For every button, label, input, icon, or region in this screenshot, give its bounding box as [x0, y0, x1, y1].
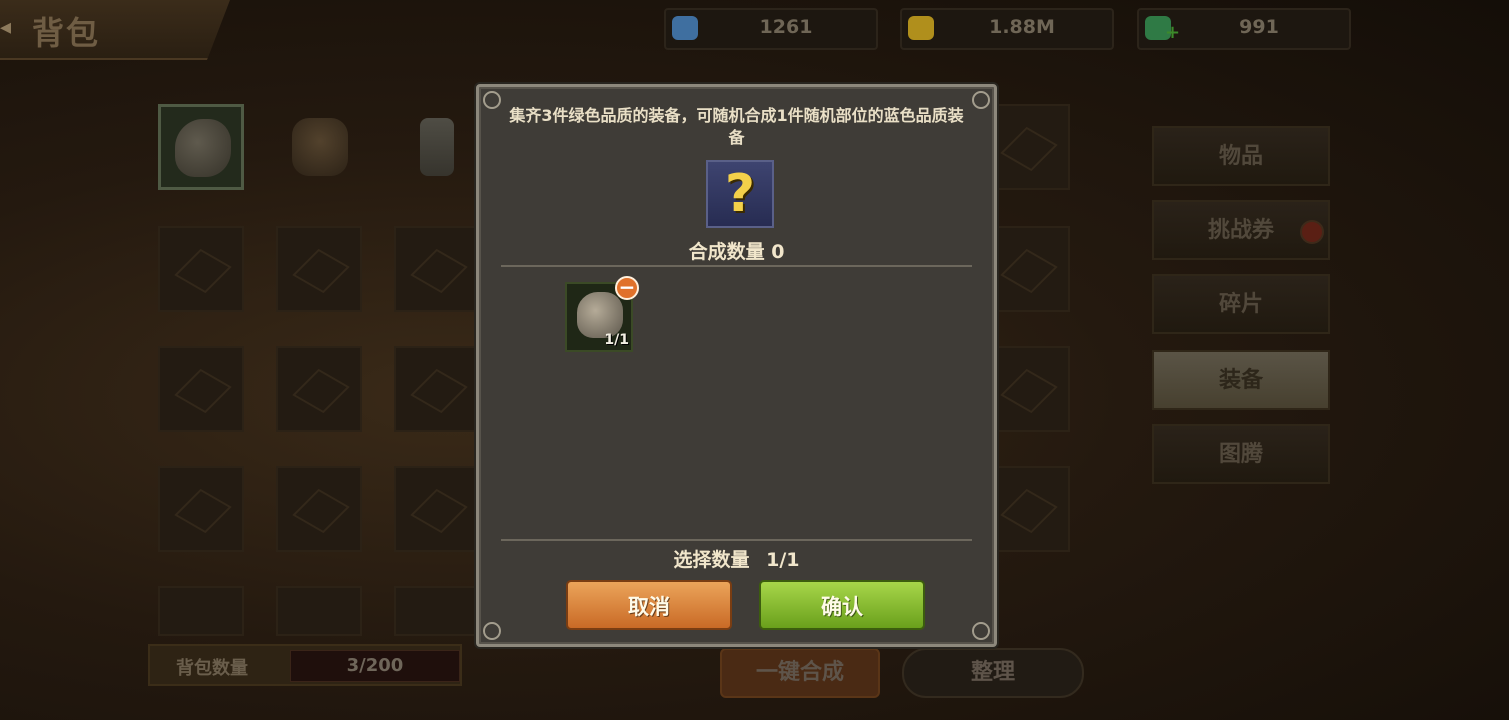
divider	[501, 265, 972, 267]
corner-ornament-icon	[972, 622, 990, 640]
result-slot: ?	[706, 160, 774, 228]
corner-ornament-icon	[972, 91, 990, 109]
select-quantity-label: 选择数量	[673, 549, 750, 571]
combine-dialog: 集齐3件绿色品质的装备，可随机合成1件随机部位的蓝色品质装备 ? 合成数量 0 …	[476, 84, 997, 647]
select-quantity-value: 1/1	[766, 549, 800, 571]
confirm-button[interactable]: 确认	[759, 580, 925, 630]
remove-item-icon[interactable]: −	[615, 276, 639, 300]
corner-ornament-icon	[483, 91, 501, 109]
combine-description: 集齐3件绿色品质的装备，可随机合成1件随机部位的蓝色品质装备	[509, 106, 964, 147]
combine-quantity: 合成数量 0	[688, 241, 785, 263]
divider	[501, 539, 972, 541]
cancel-button[interactable]: 取消	[566, 580, 732, 630]
corner-ornament-icon	[483, 622, 501, 640]
select-quantity: 选择数量 1/1	[479, 545, 994, 572]
selected-item-count: 1/1	[604, 332, 629, 348]
question-mark-icon: ?	[724, 164, 756, 224]
